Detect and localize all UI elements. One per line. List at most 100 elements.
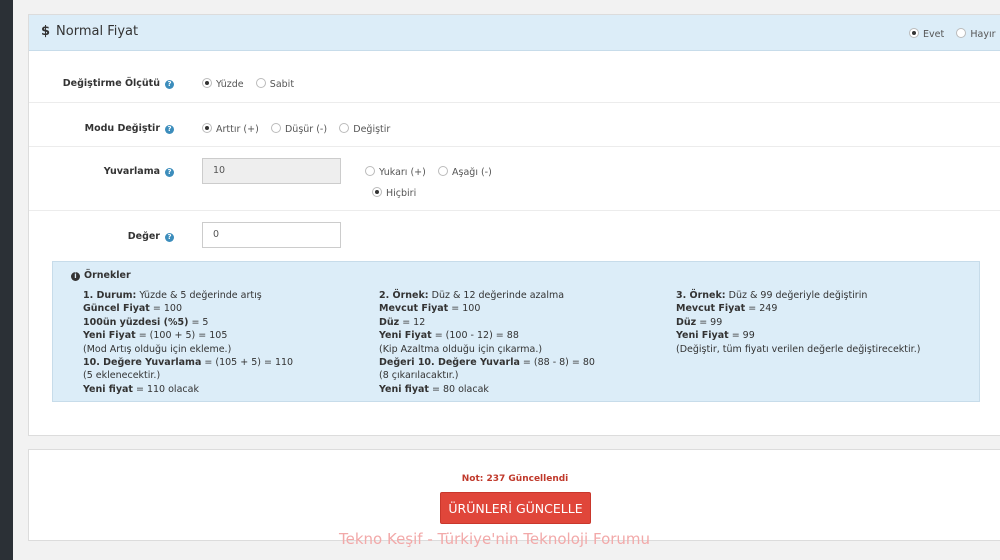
example-line-text: = 5 <box>188 316 209 328</box>
radio-icon[interactable] <box>909 28 919 38</box>
example-line-text: (5 eklenecektir.) <box>83 370 161 382</box>
info-icon: i <box>71 272 80 281</box>
examples-title: i Örnekler <box>71 270 131 281</box>
radio-icon[interactable] <box>202 78 212 88</box>
help-icon[interactable]: ? <box>165 168 174 177</box>
rounding-none-option: Hiçbiri <box>372 187 425 199</box>
mode-replace[interactable]: Değiştir <box>339 123 390 135</box>
left-sidebar-strip <box>0 0 13 560</box>
criteria-fixed[interactable]: Sabit <box>255 78 294 90</box>
radio-icon[interactable] <box>438 166 449 176</box>
example-line-key: Düz <box>379 316 400 328</box>
example-line-text: = (100 - 12) = 88 <box>431 330 519 342</box>
example-line: Düz = 12 <box>379 316 669 329</box>
rounding-options: Yukarı (+) Aşağı (-) <box>365 166 501 178</box>
example-line-text: = 80 olacak <box>428 383 489 395</box>
value-label: Değer? <box>29 231 174 242</box>
value-row: Değer? 0 <box>29 211 1000 261</box>
example-line: Güncel Fiyat = 100 <box>83 302 373 315</box>
enabled-toggle: Evet Hayır <box>909 28 1000 40</box>
example-line-text: = (88 - 8) = 80 <box>519 357 595 369</box>
help-icon[interactable]: ? <box>165 125 174 134</box>
example-line-key: Değeri 10. Değere Yuvarla <box>379 357 520 369</box>
radio-icon[interactable] <box>339 123 350 133</box>
example-column-2: 2. Örnek: Düz & 12 değerinde azalma Mevcu… <box>379 289 669 396</box>
example-line: (5 eklenecektir.) <box>83 369 373 382</box>
mode-label: Modu Değiştir? <box>29 123 174 134</box>
examples-box: i Örnekler 1. Durum: Yüzde & 5 değerinde … <box>52 261 980 402</box>
radio-icon[interactable] <box>255 78 266 88</box>
radio-icon[interactable] <box>270 123 281 133</box>
radio-icon[interactable] <box>956 28 967 38</box>
toggle-no[interactable]: Hayır <box>956 28 996 40</box>
example-line: 1. Durum: Yüzde & 5 değerinde artış <box>83 289 373 302</box>
example-line-text: Düz & 99 değeriyle değiştirin <box>725 290 868 301</box>
help-icon[interactable]: ? <box>165 80 174 89</box>
example-column-1: 1. Durum: Yüzde & 5 değerinde artış Günce… <box>83 289 373 396</box>
example-line: Yeni fiyat = 110 olacak <box>83 383 373 396</box>
update-panel: Not: 237 Güncellendi ÜRÜNLERİ GÜNCELLE <box>28 449 1000 541</box>
mode-row: Modu Değiştir? Arttır (+) Düşür (-) Deği… <box>29 103 1000 147</box>
example-line-text: (Değiştir, tüm fiyatı verilen değerle de… <box>676 343 921 355</box>
example-line-text: = (105 + 5) = 110 <box>201 357 294 369</box>
example-line: Yeni Fiyat = (100 + 5) = 105 <box>83 329 373 342</box>
example-line: Yeni Fiyat = 99 <box>676 329 966 342</box>
example-line-text: = 110 olacak <box>132 383 199 395</box>
example-line-key: Mevcut Fiyat <box>379 303 449 315</box>
example-line-text: = 249 <box>745 303 778 315</box>
rounding-up[interactable]: Yukarı (+) <box>365 166 426 178</box>
example-line-text: = (100 + 5) = 105 <box>135 330 228 342</box>
example-line-key: Mevcut Fiyat <box>676 303 746 315</box>
example-line-text: = 99 <box>728 330 755 342</box>
example-line-key: Düz <box>676 316 697 328</box>
example-line: (8 çıkarılacaktır.) <box>379 369 669 382</box>
example-line: Yeni fiyat = 80 olacak <box>379 383 669 396</box>
update-note: Not: 237 Güncellendi <box>461 474 569 484</box>
rounding-none[interactable]: Hiçbiri <box>372 187 416 199</box>
criteria-options: Yüzde Sabit <box>202 78 303 90</box>
example-line-key: 10. Değere Yuvarlama <box>83 357 202 369</box>
radio-icon[interactable] <box>365 166 375 176</box>
example-line: (Değiştir, tüm fiyatı verilen değerle de… <box>676 343 966 356</box>
dollar-icon: $ <box>41 24 51 39</box>
example-line-text: (Kip Azaltma olduğu için çıkarma.) <box>379 343 543 355</box>
example-line: 3. Örnek: Düz & 99 değeriyle değiştirin <box>676 289 966 302</box>
example-line: Mevcut Fiyat = 100 <box>379 302 669 315</box>
example-line-key: Güncel Fiyat <box>83 303 150 315</box>
example-line-text: (8 çıkarılacaktır.) <box>379 370 459 382</box>
help-icon[interactable]: ? <box>165 233 174 242</box>
example-line-text: Düz & 12 değerinde azalma <box>428 290 565 301</box>
example-line-key: Yeni fiyat <box>379 383 429 395</box>
update-products-button[interactable]: ÜRÜNLERİ GÜNCELLE <box>440 492 591 524</box>
example-line-key: 2. Örnek: <box>379 290 429 301</box>
criteria-percent[interactable]: Yüzde <box>202 78 244 90</box>
example-line: 10. Değere Yuvarlama = (105 + 5) = 110 <box>83 356 373 369</box>
example-line: Düz = 99 <box>676 316 966 329</box>
example-line-text: = 99 <box>696 316 723 328</box>
example-line: 2. Örnek: Düz & 12 değerinde azalma <box>379 289 669 302</box>
example-line-text: (Mod Artış olduğu için ekleme.) <box>83 343 232 355</box>
panel-title: $ Normal Fiyat <box>41 24 139 39</box>
value-input[interactable]: 0 <box>202 222 341 248</box>
example-line-text: = 12 <box>399 316 426 328</box>
example-line: Mevcut Fiyat = 249 <box>676 302 966 315</box>
example-line-key: Yeni Fiyat <box>83 330 136 342</box>
example-line-key: 3. Örnek: <box>676 290 726 301</box>
example-line-key: Yeni Fiyat <box>379 330 432 342</box>
example-line-key: Yeni fiyat <box>83 383 133 395</box>
rounding-down[interactable]: Aşağı (-) <box>438 166 492 178</box>
radio-icon[interactable] <box>202 123 212 133</box>
mode-decrease[interactable]: Düşür (-) <box>270 123 327 135</box>
example-line-text: = 100 <box>149 303 182 315</box>
criteria-row: Değiştirme Ölçütü? Yüzde Sabit <box>29 52 1000 103</box>
example-line-key: Yeni Fiyat <box>676 330 729 342</box>
rounding-label: Yuvarlama? <box>29 166 174 177</box>
example-line: Yeni Fiyat = (100 - 12) = 88 <box>379 329 669 342</box>
radio-icon[interactable] <box>372 187 382 197</box>
rounding-input[interactable]: 10 <box>202 158 341 184</box>
normal-price-panel: $ Normal Fiyat Evet Hayır Değiştirme Ölçü… <box>28 14 1000 436</box>
rounding-row: Yuvarlama? 10 Yukarı (+) Aşağı (-) Hiçbi… <box>29 147 1000 211</box>
toggle-yes[interactable]: Evet <box>909 28 944 40</box>
mode-increase[interactable]: Arttır (+) <box>202 123 259 135</box>
example-column-3: 3. Örnek: Düz & 99 değeriyle değiştirin M… <box>676 289 966 356</box>
